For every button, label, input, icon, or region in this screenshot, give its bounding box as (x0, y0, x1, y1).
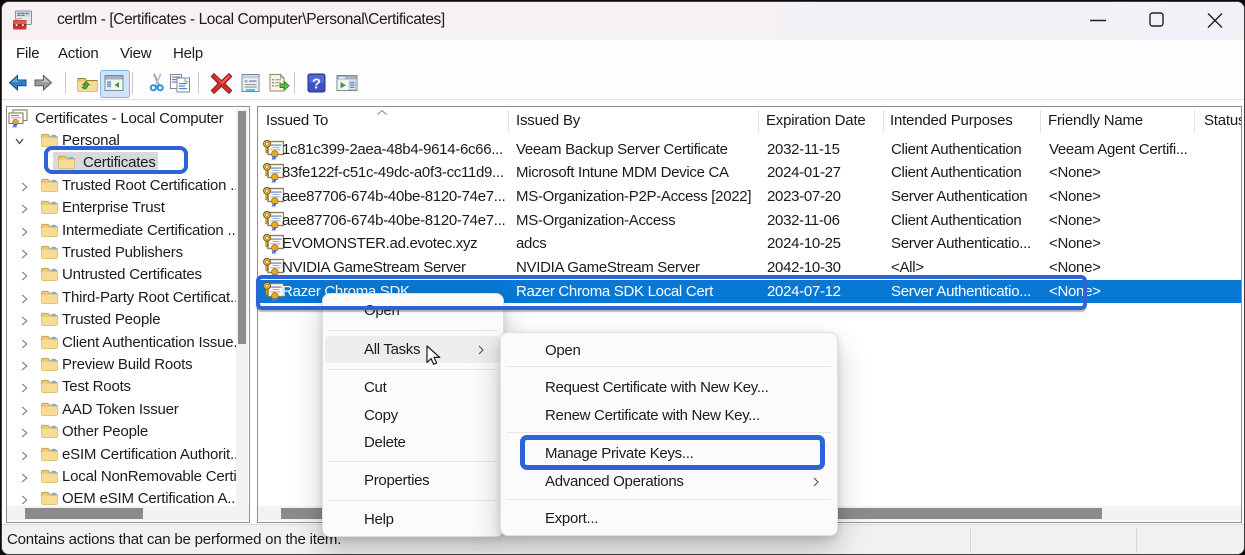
svg-text:?: ? (312, 76, 321, 93)
